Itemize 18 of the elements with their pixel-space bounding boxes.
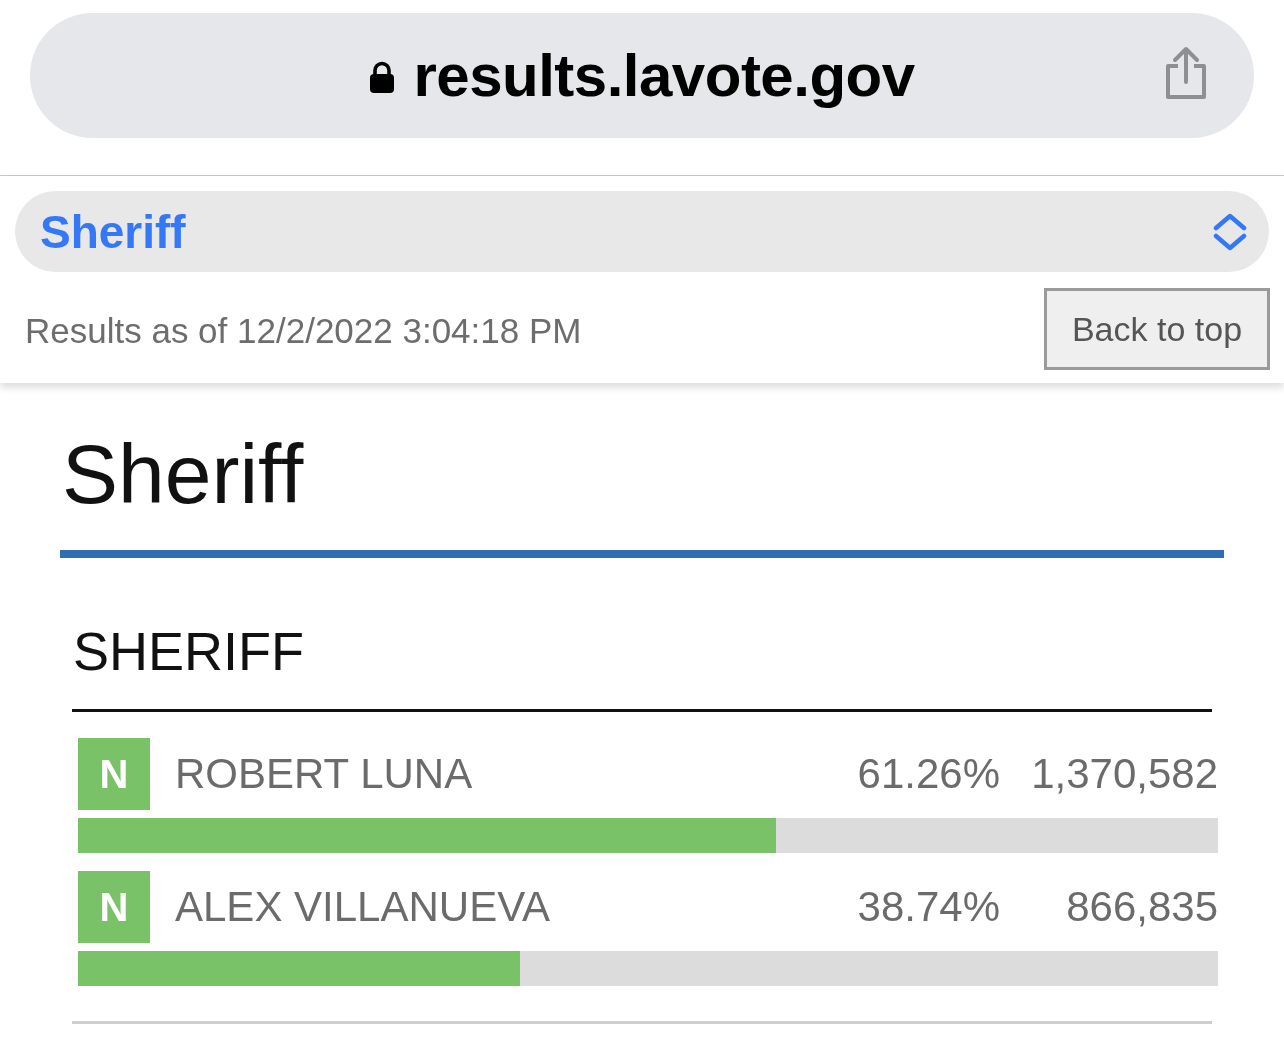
chevron-up-down-icon — [1213, 212, 1247, 251]
contest-title: SHERIFF — [73, 620, 305, 682]
vote-percentage: 38.74% — [857, 883, 1000, 931]
vote-count: 1,370,582 — [1030, 750, 1218, 798]
page-title: Sheriff — [62, 427, 305, 521]
lock-icon — [369, 60, 396, 93]
results-timestamp: Results as of 12/2/2022 3:04:18 PM — [25, 311, 582, 351]
url-text: results.lavote.gov — [413, 41, 915, 110]
party-badge: N — [78, 738, 150, 810]
party-badge: N — [78, 871, 150, 943]
candidate-name: ALEX VILLANUEVA — [175, 883, 552, 931]
address-bar[interactable]: results.lavote.gov — [30, 13, 1254, 138]
vote-percentage: 61.26% — [857, 750, 1000, 798]
vote-count: 866,835 — [1065, 883, 1218, 931]
candidate-name: ROBERT LUNA — [175, 750, 474, 798]
contest-select[interactable]: Sheriff — [15, 191, 1269, 272]
share-icon[interactable] — [1164, 45, 1208, 100]
back-to-top-button[interactable]: Back to top — [1044, 288, 1270, 370]
